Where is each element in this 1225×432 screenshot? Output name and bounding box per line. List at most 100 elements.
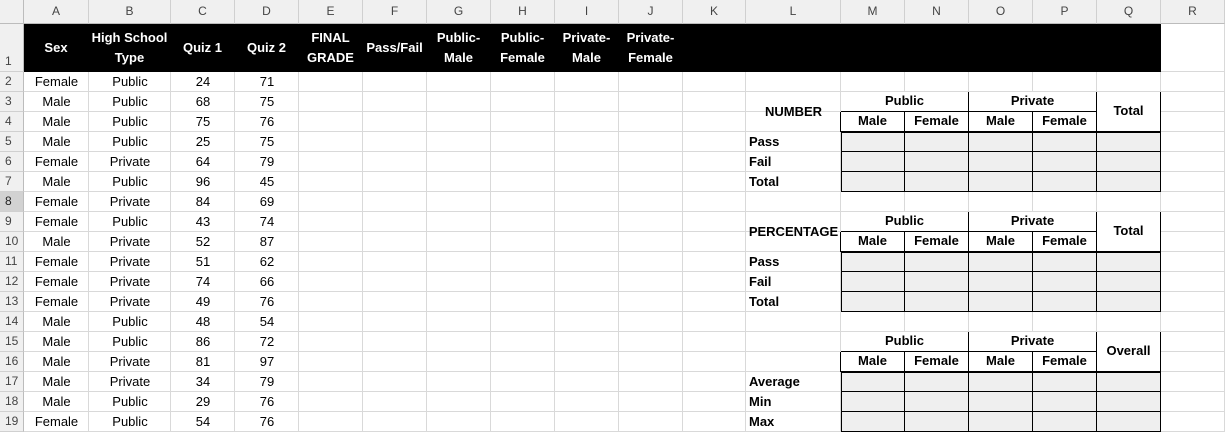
- grid-cell[interactable]: [299, 272, 363, 292]
- grid-cell[interactable]: [427, 192, 491, 212]
- row-header-17[interactable]: 17: [0, 372, 24, 392]
- input-cell[interactable]: [841, 372, 905, 392]
- grid-cell[interactable]: [1161, 312, 1225, 332]
- input-cell[interactable]: [969, 152, 1033, 172]
- grid-cell[interactable]: [1097, 72, 1161, 92]
- grid-cell[interactable]: [363, 112, 427, 132]
- data-cell[interactable]: 76: [235, 392, 299, 412]
- grid-cell[interactable]: [299, 232, 363, 252]
- grid-cell[interactable]: [363, 272, 427, 292]
- grid-cell[interactable]: [1097, 312, 1161, 332]
- grid-cell[interactable]: [427, 252, 491, 272]
- data-cell[interactable]: Male: [24, 352, 89, 372]
- grid-cell[interactable]: [363, 212, 427, 232]
- grid-cell[interactable]: [555, 152, 619, 172]
- grid-cell[interactable]: [555, 412, 619, 432]
- grid-cell[interactable]: [1033, 312, 1097, 332]
- column-header-d[interactable]: D: [235, 0, 299, 24]
- data-cell[interactable]: 68: [171, 92, 235, 112]
- grid-cell[interactable]: [969, 192, 1033, 212]
- row-header-8[interactable]: 8: [0, 192, 24, 212]
- grid-cell[interactable]: [1161, 212, 1225, 232]
- input-cell[interactable]: [1033, 412, 1097, 432]
- input-cell[interactable]: [1033, 152, 1097, 172]
- data-cell[interactable]: 34: [171, 372, 235, 392]
- grid-cell[interactable]: [619, 92, 683, 112]
- grid-cell[interactable]: [427, 92, 491, 112]
- grid-cell[interactable]: [363, 152, 427, 172]
- grid-cell[interactable]: [619, 392, 683, 412]
- grid-cell[interactable]: [619, 412, 683, 432]
- grid-cell[interactable]: [491, 252, 555, 272]
- input-cell[interactable]: [1033, 292, 1097, 312]
- grid-cell[interactable]: [1161, 412, 1225, 432]
- data-cell[interactable]: 48: [171, 312, 235, 332]
- data-cell[interactable]: Female: [24, 72, 89, 92]
- column-header-j[interactable]: J: [619, 0, 683, 24]
- grid-cell[interactable]: [746, 192, 841, 212]
- grid-cell[interactable]: [363, 412, 427, 432]
- grid-cell[interactable]: [299, 172, 363, 192]
- grid-cell[interactable]: [1161, 172, 1225, 192]
- grid-cell[interactable]: [491, 172, 555, 192]
- grid-cell[interactable]: [619, 112, 683, 132]
- grid-cell[interactable]: [746, 352, 841, 372]
- data-cell[interactable]: Public: [89, 92, 171, 112]
- grid-cell[interactable]: [299, 332, 363, 352]
- data-cell[interactable]: Public: [89, 72, 171, 92]
- row-header-13[interactable]: 13: [0, 292, 24, 312]
- grid-cell[interactable]: [683, 72, 746, 92]
- grid-cell[interactable]: [619, 192, 683, 212]
- data-cell[interactable]: 45: [235, 172, 299, 192]
- grid-cell[interactable]: [427, 152, 491, 172]
- grid-cell[interactable]: [683, 112, 746, 132]
- input-cell[interactable]: [841, 132, 905, 152]
- data-cell[interactable]: Male: [24, 312, 89, 332]
- input-cell[interactable]: [969, 252, 1033, 272]
- grid-cell[interactable]: [619, 312, 683, 332]
- grid-cell[interactable]: [619, 372, 683, 392]
- data-cell[interactable]: Female: [24, 412, 89, 432]
- input-cell[interactable]: [905, 392, 969, 412]
- grid-cell[interactable]: [555, 92, 619, 112]
- data-cell[interactable]: Private: [89, 292, 171, 312]
- data-cell[interactable]: Male: [24, 392, 89, 412]
- header-cell-6[interactable]: Pass/Fail: [363, 24, 427, 72]
- grid-cell[interactable]: [1161, 112, 1225, 132]
- grid-cell[interactable]: [363, 92, 427, 112]
- data-cell[interactable]: 66: [235, 272, 299, 292]
- column-header-a[interactable]: A: [24, 0, 89, 24]
- input-cell[interactable]: [1033, 132, 1097, 152]
- grid-cell[interactable]: [427, 352, 491, 372]
- grid-cell[interactable]: [299, 92, 363, 112]
- grid-cell[interactable]: [619, 352, 683, 372]
- data-cell[interactable]: 79: [235, 372, 299, 392]
- header-cell-blank[interactable]: [841, 24, 905, 72]
- data-cell[interactable]: 54: [235, 312, 299, 332]
- grid-cell[interactable]: [555, 372, 619, 392]
- row-header-11[interactable]: 11: [0, 252, 24, 272]
- grid-cell[interactable]: [555, 172, 619, 192]
- data-cell[interactable]: Private: [89, 192, 171, 212]
- input-cell[interactable]: [841, 412, 905, 432]
- grid-cell[interactable]: [299, 372, 363, 392]
- grid-cell[interactable]: [491, 312, 555, 332]
- data-cell[interactable]: 62: [235, 252, 299, 272]
- header-cell-blank[interactable]: [1097, 24, 1161, 72]
- grid-cell[interactable]: [683, 252, 746, 272]
- grid-cell[interactable]: [683, 192, 746, 212]
- grid-cell[interactable]: [427, 412, 491, 432]
- row-header-1[interactable]: 1: [0, 24, 24, 72]
- input-cell[interactable]: [905, 272, 969, 292]
- data-cell[interactable]: 43: [171, 212, 235, 232]
- grid-cell[interactable]: [905, 72, 969, 92]
- grid-cell[interactable]: [491, 132, 555, 152]
- header-cell-blank[interactable]: [1033, 24, 1097, 72]
- grid-cell[interactable]: [555, 312, 619, 332]
- grid-cell[interactable]: [683, 352, 746, 372]
- grid-cell[interactable]: [491, 192, 555, 212]
- grid-cell[interactable]: [299, 392, 363, 412]
- header-cell-1[interactable]: Sex: [24, 24, 89, 72]
- grid-cell[interactable]: [491, 152, 555, 172]
- grid-cell[interactable]: [905, 192, 969, 212]
